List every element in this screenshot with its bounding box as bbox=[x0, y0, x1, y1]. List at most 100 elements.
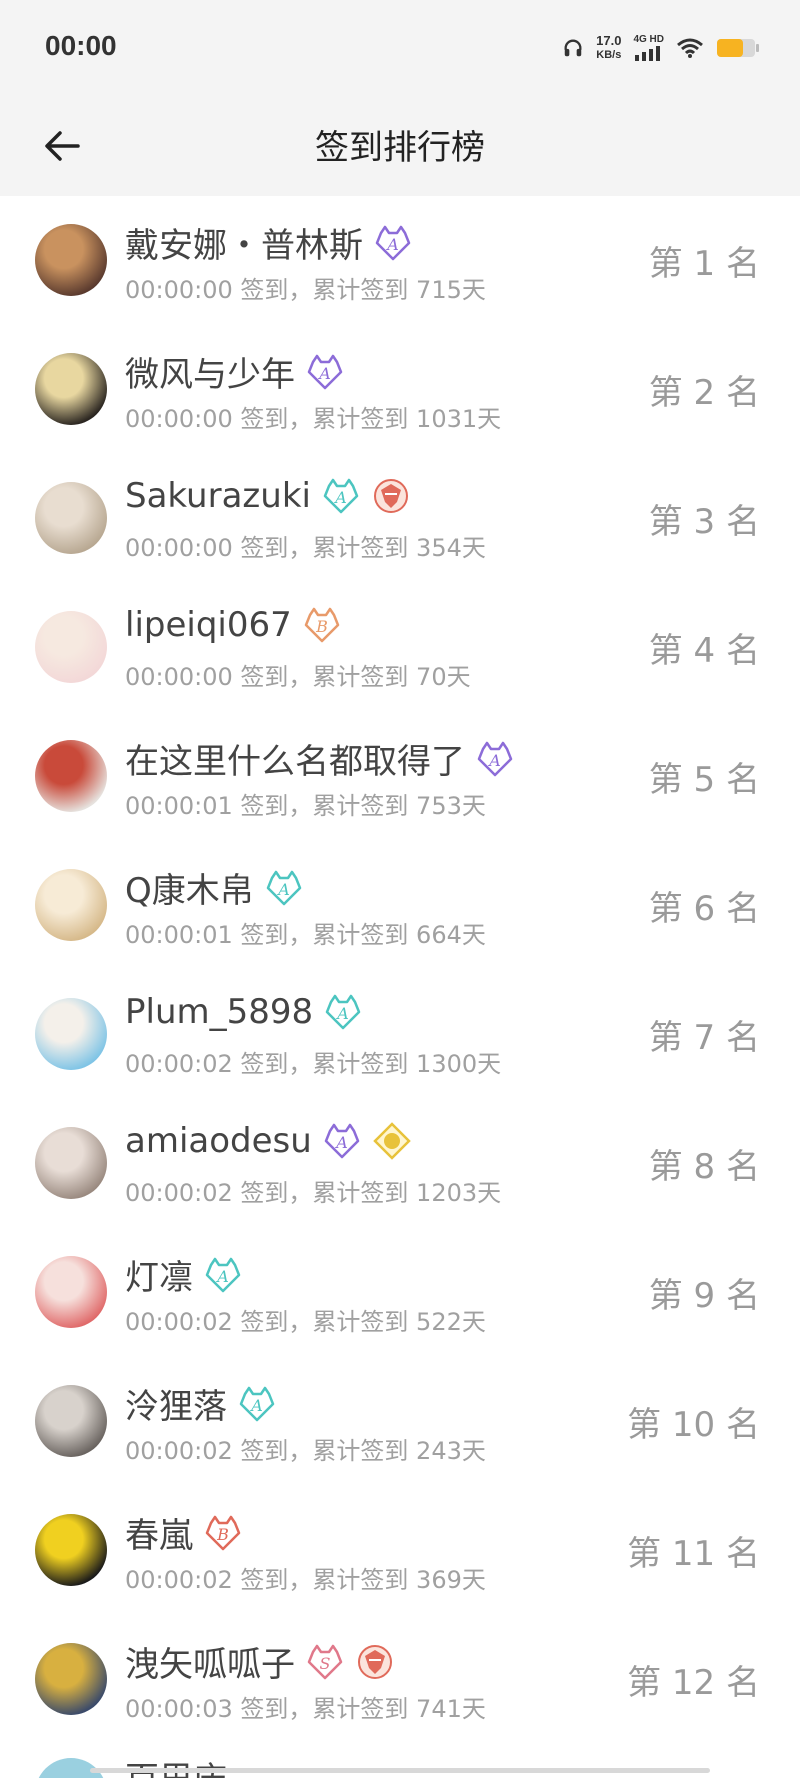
badge-icon: A bbox=[475, 739, 515, 779]
badge-icon: A bbox=[203, 1255, 243, 1295]
checkin-meta: 00:00:00 签到，累计签到 354天 bbox=[125, 534, 486, 562]
avatar[interactable] bbox=[35, 869, 107, 941]
checkin-meta: 00:00:02 签到，累计签到 243天 bbox=[125, 1437, 486, 1465]
badge-icon bbox=[371, 476, 411, 516]
name-line: Q康木帛 A bbox=[125, 863, 304, 912]
badge-icon: A bbox=[373, 223, 413, 263]
list-item[interactable]: 洩矢呱呱子 S 00:00:03 签到，累计签到 741天 第 12 名 bbox=[0, 1615, 800, 1744]
network-speed: 17.0 KB/s bbox=[596, 33, 622, 62]
badge-icon: S bbox=[305, 1642, 345, 1682]
list-item[interactable]: amiaodesu A 00:00:02 签到，累计签到 1203天 第 8 名 bbox=[0, 1099, 800, 1228]
user-name[interactable]: Q康木帛 bbox=[125, 863, 254, 912]
status-bar: 00:00 17.0 KB/s 4G HD bbox=[0, 0, 800, 96]
rank-label: 第 2 名 bbox=[648, 373, 760, 413]
list-item[interactable]: Q康木帛 A 00:00:01 签到，累计签到 664天 第 6 名 bbox=[0, 841, 800, 970]
rank-label: 第 9 名 bbox=[648, 1276, 760, 1316]
wifi-icon bbox=[677, 38, 703, 58]
battery-icon bbox=[717, 39, 759, 57]
name-line: Plum_5898 A bbox=[125, 992, 363, 1032]
status-time: 00:00 bbox=[45, 30, 117, 61]
page-header: 签到排行榜 bbox=[0, 96, 800, 196]
badge-icon: B bbox=[203, 1513, 243, 1553]
badge-icon: B bbox=[302, 605, 342, 645]
svg-text:S: S bbox=[320, 1654, 331, 1673]
badge-icon: A bbox=[305, 352, 345, 392]
rank-label: 第 8 名 bbox=[648, 1147, 760, 1187]
list-item[interactable]: lipeiqi067 B 00:00:00 签到，累计签到 70天 第 4 名 bbox=[0, 583, 800, 712]
avatar[interactable] bbox=[35, 224, 107, 296]
user-name[interactable]: 在这里什么名都取得了 bbox=[125, 734, 465, 783]
name-line: 春嵐 B bbox=[125, 1508, 243, 1557]
checkin-meta: 00:00:02 签到，累计签到 522天 bbox=[125, 1308, 486, 1336]
user-name[interactable]: 戴安娜・普林斯 bbox=[125, 218, 363, 267]
rank-label: 第 7 名 bbox=[648, 1018, 760, 1058]
badge-icon bbox=[355, 1642, 395, 1682]
user-name[interactable]: 泠狸落 bbox=[125, 1379, 227, 1428]
name-line: 微风与少年 A bbox=[125, 347, 345, 396]
rank-label: 第 10 名 bbox=[627, 1405, 760, 1445]
user-name[interactable]: amiaodesu bbox=[125, 1121, 312, 1161]
name-line: 戴安娜・普林斯 A bbox=[125, 218, 413, 267]
avatar[interactable] bbox=[35, 1385, 107, 1457]
avatar[interactable] bbox=[35, 482, 107, 554]
page-title: 签到排行榜 bbox=[315, 128, 485, 168]
name-line: amiaodesu A bbox=[125, 1121, 412, 1161]
badge-icon: A bbox=[237, 1384, 277, 1424]
ranking-list: 戴安娜・普林斯 A 00:00:00 签到，累计签到 715天 第 1 名微风与少… bbox=[0, 196, 800, 1744]
rank-label: 第 3 名 bbox=[648, 502, 760, 542]
name-line: lipeiqi067 B bbox=[125, 605, 342, 645]
checkin-meta: 00:00:03 签到，累计签到 741天 bbox=[125, 1695, 486, 1723]
avatar[interactable] bbox=[35, 611, 107, 683]
rank-label: 第 6 名 bbox=[648, 889, 760, 929]
list-item[interactable]: 灯凛 A 00:00:02 签到，累计签到 522天 第 9 名 bbox=[0, 1228, 800, 1357]
user-name[interactable]: 春嵐 bbox=[125, 1508, 193, 1557]
badge-icon: A bbox=[322, 1121, 362, 1161]
svg-text:B: B bbox=[216, 1525, 229, 1544]
avatar[interactable] bbox=[35, 353, 107, 425]
network-type: 4G HD bbox=[633, 34, 664, 45]
avatar[interactable] bbox=[35, 740, 107, 812]
list-item[interactable]: 泠狸落 A 00:00:02 签到，累计签到 243天 第 10 名 bbox=[0, 1357, 800, 1486]
signal-group: 4G HD bbox=[633, 35, 664, 61]
headphones-icon bbox=[564, 39, 582, 57]
avatar[interactable] bbox=[35, 998, 107, 1070]
svg-text:A: A bbox=[335, 1004, 349, 1023]
avatar[interactable] bbox=[35, 1127, 107, 1199]
svg-text:A: A bbox=[385, 235, 399, 254]
checkin-meta: 00:00:02 签到，累计签到 1300天 bbox=[125, 1050, 502, 1078]
rank-label: 第 11 名 bbox=[627, 1534, 760, 1574]
list-item[interactable]: 戴安娜・普林斯 A 00:00:00 签到，累计签到 715天 第 1 名 bbox=[0, 196, 800, 325]
avatar[interactable] bbox=[35, 1643, 107, 1715]
user-name[interactable]: 灯凛 bbox=[125, 1250, 193, 1299]
svg-text:A: A bbox=[333, 488, 347, 507]
signal-icon bbox=[635, 46, 661, 61]
svg-text:A: A bbox=[487, 751, 501, 770]
avatar[interactable] bbox=[35, 1514, 107, 1586]
list-item[interactable]: 春嵐 B 00:00:02 签到，累计签到 369天 第 11 名 bbox=[0, 1486, 800, 1615]
name-line: Sakurazuki A bbox=[125, 476, 411, 516]
list-item[interactable]: Sakurazuki A 00:00:00 签到，累计签到 354天 第 3 名 bbox=[0, 454, 800, 583]
checkin-meta: 00:00:01 签到，累计签到 664天 bbox=[125, 921, 486, 949]
user-name[interactable]: 微风与少年 bbox=[125, 347, 295, 396]
svg-text:A: A bbox=[276, 880, 290, 899]
rank-label: 第 4 名 bbox=[648, 631, 760, 671]
name-line: 在这里什么名都取得了 A bbox=[125, 734, 515, 783]
status-icons: 17.0 KB/s 4G HD bbox=[562, 34, 760, 62]
svg-text:A: A bbox=[334, 1133, 348, 1152]
user-name[interactable]: lipeiqi067 bbox=[125, 605, 292, 645]
user-name[interactable]: 洩矢呱呱子 bbox=[125, 1637, 295, 1686]
list-item[interactable]: 微风与少年 A 00:00:00 签到，累计签到 1031天 第 2 名 bbox=[0, 325, 800, 454]
rank-label: 第 1 名 bbox=[648, 244, 760, 284]
badge-icon: A bbox=[264, 868, 304, 908]
list-item[interactable]: Plum_5898 A 00:00:02 签到，累计签到 1300天 第 7 名 bbox=[0, 970, 800, 1099]
svg-text:A: A bbox=[249, 1396, 263, 1415]
avatar[interactable] bbox=[35, 1256, 107, 1328]
checkin-meta: 00:00:02 签到，累计签到 369天 bbox=[125, 1566, 486, 1594]
scroll-indicator[interactable] bbox=[90, 1768, 710, 1773]
list-item[interactable]: 在这里什么名都取得了 A 00:00:01 签到，累计签到 753天 第 5 名 bbox=[0, 712, 800, 841]
user-name[interactable]: Sakurazuki bbox=[125, 476, 311, 516]
svg-text:B: B bbox=[315, 617, 328, 636]
badge-icon: A bbox=[321, 476, 361, 516]
user-name[interactable]: Plum_5898 bbox=[125, 992, 313, 1032]
badge-icon bbox=[372, 1121, 412, 1161]
